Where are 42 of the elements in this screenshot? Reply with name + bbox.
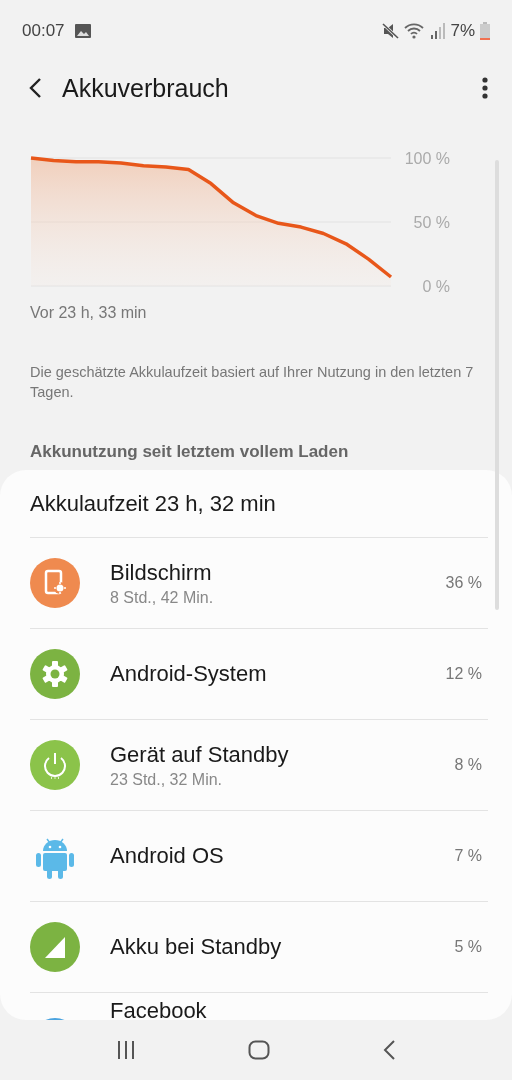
- description-text: Die geschätzte Akkulaufzeit basiert auf Ihrer Nutzung in den letzten 7 Tagen.: [30, 363, 475, 402]
- back-icon[interactable]: [28, 77, 42, 99]
- battery-time-title: Akkulaufzeit 23 h, 32 min: [29, 489, 277, 518]
- usage-item[interactable]: Android-System 12 %: [30, 628, 488, 719]
- axis-label: 50 %: [413, 213, 450, 231]
- axis-label: 0 %: [422, 277, 450, 295]
- settings-icon: [30, 649, 80, 699]
- page-title: Akkuverbrauch: [62, 73, 230, 103]
- battery-icon: [480, 22, 490, 40]
- item-name: Akku bei Standby: [110, 934, 283, 960]
- signal-bars-icon: [431, 23, 446, 39]
- item-name: Bildschirm: [110, 559, 213, 586]
- item-name: Facebook: [110, 998, 208, 1020]
- signal-icon: [30, 922, 80, 972]
- item-percent: 12 %: [445, 665, 482, 683]
- battery-percent: 7%: [450, 21, 475, 41]
- clock: 00:07: [22, 21, 65, 41]
- mute-icon: [382, 23, 400, 39]
- item-name: Android OS: [110, 843, 225, 869]
- home-icon[interactable]: [248, 1040, 270, 1060]
- item-duration: 8 Std., 42 Min.: [110, 588, 215, 607]
- item-name: Android-System: [110, 661, 268, 687]
- item-percent: 36 %: [445, 574, 482, 592]
- more-options-icon[interactable]: [482, 77, 488, 99]
- item-name: Gerät auf Standby: [110, 741, 290, 768]
- item-percent: 7 %: [454, 847, 482, 865]
- start-time-label: Vor 23 h, 33 min: [30, 304, 148, 322]
- power-icon: [30, 740, 80, 790]
- recent-apps-icon[interactable]: [116, 1041, 136, 1059]
- item-percent: 8 %: [454, 756, 482, 774]
- item-duration: 23 Std., 32 Min.: [110, 770, 224, 789]
- back-icon[interactable]: [382, 1040, 396, 1060]
- section-title: Akkunutzung seit letztem vollem Laden: [30, 442, 350, 462]
- usage-item[interactable]: Facebook: [30, 992, 488, 1020]
- image-icon: [74, 24, 91, 38]
- usage-item[interactable]: Android OS 7 %: [30, 810, 488, 901]
- usage-item[interactable]: Bildschirm 8 Std., 42 Min. 36 %: [30, 537, 488, 628]
- screen-brightness-icon: [30, 558, 80, 608]
- item-percent: 5 %: [454, 938, 482, 956]
- axis-label: 100 %: [404, 149, 450, 167]
- usage-item[interactable]: Akku bei Standby 5 %: [30, 901, 488, 992]
- usage-item[interactable]: Gerät auf Standby 23 Std., 32 Min. 8 %: [30, 719, 488, 810]
